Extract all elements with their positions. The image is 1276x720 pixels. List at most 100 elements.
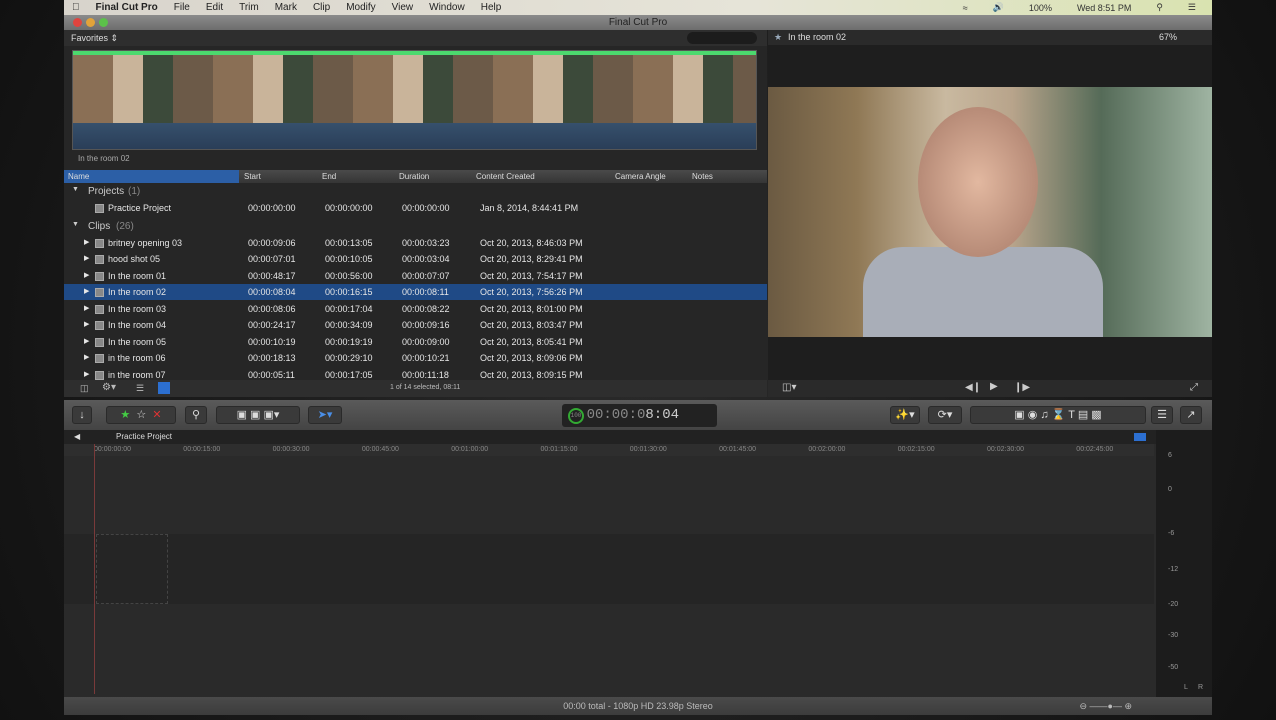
event-browser: Favorites ⇕ In the room 02 Name Start En… [64, 30, 767, 397]
ruler-tick-label: 00:02:30:00 [987, 446, 1024, 453]
video-frame[interactable] [768, 87, 1212, 337]
column-start[interactable]: Start [244, 172, 261, 181]
meter-scale-label: -6 [1168, 530, 1175, 537]
filmstrip-view-icon[interactable]: ☰ [136, 383, 144, 394]
wifi-icon[interactable]: ≈ [955, 3, 976, 13]
meter-scale-label: -12 [1168, 566, 1179, 573]
search-input[interactable] [687, 32, 757, 44]
timeline-ruler[interactable]: 00:00:00:00 00:00:15:00 00:00:30:00 00:00:4… [64, 444, 1154, 456]
unrate-icon[interactable]: ☆ [136, 409, 146, 421]
menu-window[interactable]: Window [421, 2, 473, 13]
column-notes[interactable]: Notes [692, 172, 713, 181]
expand-icon[interactable]: ▶ [84, 287, 89, 295]
clip-row[interactable]: ▶ in the room 06 00:00:18:13 00:00:29:10 00:… [64, 350, 767, 366]
column-content-created[interactable]: Content Created [476, 172, 535, 181]
notifications-icon[interactable]: ☰ [1180, 2, 1204, 13]
title-bar: Final Cut Pro [64, 15, 1212, 30]
list-view-icon[interactable] [158, 382, 170, 394]
cell-end: 00:00:19:19 [325, 336, 373, 347]
select-tool-button[interactable]: ➤▾ [308, 406, 342, 424]
group-count: (26) [116, 220, 134, 232]
cell-created: Oct 20, 2013, 8:09:06 PM [480, 353, 583, 363]
expand-icon[interactable]: ▶ [84, 238, 89, 246]
clip-row[interactable]: ▶ In the room 03 00:00:08:06 00:00:17:04 00:… [64, 301, 767, 317]
view-options-icon[interactable]: ◫▾ [782, 382, 796, 393]
disclosure-triangle-icon[interactable]: ▼ [72, 221, 79, 228]
import-button[interactable]: ↓ [72, 406, 92, 424]
clip-row[interactable]: ▶ In the room 04 00:00:24:17 00:00:34:09 00:… [64, 317, 767, 333]
menu-file[interactable]: File [166, 2, 198, 13]
retime-button[interactable]: ⟳▾ [928, 406, 962, 424]
library-selector[interactable]: Favorites ⇕ [64, 30, 767, 46]
expand-icon[interactable]: ▶ [84, 271, 89, 279]
apple-icon[interactable]:  [64, 2, 88, 13]
timecode-display[interactable]: 100 00:00:08:04 [562, 404, 717, 427]
disclosure-triangle-icon[interactable]: ▼ [72, 186, 79, 193]
edit-buttons[interactable]: ▣ ▣ ▣▾ [216, 406, 300, 424]
expand-icon[interactable]: ▶ [84, 254, 89, 262]
fullscreen-icon[interactable]: ⤢ [1190, 382, 1198, 393]
gear-icon[interactable]: ⚙▾ [102, 382, 116, 393]
minimize-button[interactable] [86, 18, 95, 27]
menu-edit[interactable]: Edit [198, 2, 231, 13]
cell-start: 00:00:00:00 [248, 203, 296, 213]
clip-icon [95, 238, 104, 248]
primary-storyline[interactable] [64, 534, 1154, 604]
menu-help[interactable]: Help [473, 2, 510, 13]
menu-mark[interactable]: Mark [267, 2, 305, 13]
menu-clip[interactable]: Clip [305, 2, 338, 13]
keyword-button[interactable]: ⚲ [185, 406, 207, 424]
clip-row[interactable]: ▶ hood shot 05 00:00:07:01 00:00:10:05 00:00… [64, 251, 767, 267]
timecode-dim: 00:00:0 [586, 407, 646, 423]
menu-trim[interactable]: Trim [231, 2, 267, 13]
clock[interactable]: Wed 8:51 PM [1069, 3, 1139, 13]
ruler-tick-label: 00:00:15:00 [183, 446, 221, 453]
playhead[interactable] [94, 444, 95, 694]
expand-icon[interactable]: ▶ [84, 304, 89, 312]
share-button[interactable]: ↗ [1180, 406, 1202, 424]
enhancements-button[interactable]: ✨▾ [890, 406, 920, 424]
projects-group[interactable]: ▼ Projects (1) [64, 183, 767, 199]
column-duration[interactable]: Duration [399, 172, 429, 181]
clips-group[interactable]: ▼ Clips (26) [64, 218, 767, 234]
column-name[interactable]: Name [64, 170, 239, 183]
expand-icon[interactable]: ▶ [84, 370, 89, 378]
expand-icon[interactable]: ▶ [84, 337, 89, 345]
volume-icon[interactable]: 🔊 [985, 2, 1012, 13]
cell-start: 00:00:08:06 [248, 303, 296, 314]
zoom-slider[interactable]: ⊖ ——●— ⊕ [1079, 697, 1132, 715]
filmstrip[interactable] [72, 50, 757, 150]
media-browsers[interactable]: ▣ ◉ ♫ ⌛ T ▤ ▩ [970, 406, 1146, 424]
zoom-button[interactable] [99, 18, 108, 27]
project-row[interactable]: Practice Project 00:00:00:00 00:00:00:00 00… [64, 200, 767, 216]
library-toggle-icon[interactable]: ◫ [80, 383, 89, 394]
cell-created: Oct 20, 2013, 8:05:41 PM [480, 336, 583, 347]
clip-row[interactable]: ▶ In the room 01 00:00:48:17 00:00:56:00 00:… [64, 268, 767, 284]
back-icon[interactable]: ◀ [74, 430, 80, 444]
viewer-zoom[interactable]: 67% [1159, 30, 1177, 45]
spotlight-icon[interactable]: ⚲ [1148, 2, 1171, 13]
previous-edit-icon[interactable]: ◀❙ [965, 382, 981, 393]
reject-icon[interactable]: ✕ [152, 409, 161, 421]
close-button[interactable] [73, 18, 82, 27]
play-icon[interactable]: ▶ [990, 381, 998, 392]
menu-view[interactable]: View [384, 2, 422, 13]
expand-icon[interactable]: ▶ [84, 320, 89, 328]
clip-appearance-icon[interactable] [1134, 433, 1146, 441]
clip-row[interactable]: ▶ In the room 05 00:00:10:19 00:00:19:19 00:… [64, 334, 767, 350]
menu-modify[interactable]: Modify [338, 2, 383, 13]
inspector-button[interactable]: ☰ [1151, 406, 1173, 424]
clip-row[interactable]: ▶ britney opening 03 00:00:09:06 00:00:13:0… [64, 235, 767, 251]
next-edit-icon[interactable]: ❙▶ [1014, 382, 1030, 393]
column-camera-angle[interactable]: Camera Angle [615, 172, 666, 181]
menu-app[interactable]: Final Cut Pro [88, 2, 166, 13]
cell-created: Oct 20, 2013, 7:56:26 PM [480, 287, 583, 297]
favorite-icon[interactable]: ★ [120, 409, 130, 421]
column-end[interactable]: End [322, 172, 336, 181]
expand-icon[interactable]: ▶ [84, 353, 89, 361]
cell-end: 00:00:34:09 [325, 320, 373, 330]
clip-row[interactable]: ▶ In the room 02 00:00:08:04 00:00:16:15 00:… [64, 284, 767, 300]
status-bar: 00:00 total - 1080p HD 23.98p Stereo ⊖ —… [64, 697, 1212, 715]
cell-name: in the room 07 [108, 369, 166, 380]
battery-percent[interactable]: 100% [1021, 3, 1060, 13]
